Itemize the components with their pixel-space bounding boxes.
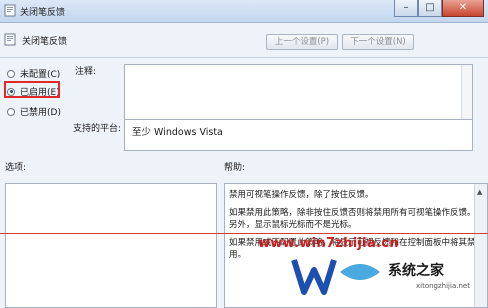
policy-setting-icon — [4, 33, 16, 46]
close-button[interactable]: ✕ — [442, 0, 484, 17]
maximize-button[interactable]: □ — [418, 0, 442, 17]
supported-platform-value: 至少 Windows Vista — [132, 127, 223, 138]
help-label: 帮助: — [224, 163, 246, 173]
help-paragraph: 禁用可视笔操作反馈，除了按住反馈。 — [229, 190, 374, 200]
window-title: 关闭笔反馈 — [20, 8, 66, 18]
highlight-box — [4, 81, 60, 98]
comment-label: 注释: — [75, 67, 97, 77]
watermark-url: www.win7zhijia.cn — [258, 236, 399, 251]
options-label: 选项: — [5, 163, 27, 173]
comment-scrollbar[interactable] — [461, 65, 472, 122]
watermark-site: xitongzhijia.net — [416, 282, 470, 290]
policy-document-icon — [4, 4, 16, 17]
help-scrollbar[interactable]: ▲ — [474, 184, 487, 307]
supported-platform-field: 至少 Windows Vista — [124, 119, 473, 151]
next-setting-button[interactable]: 下一个设置(N) — [342, 34, 414, 50]
radio-circle[interactable] — [7, 107, 15, 116]
radio-circle[interactable] — [7, 69, 15, 78]
radio-not-configured[interactable]: 未配置(C) — [7, 67, 60, 80]
minimize-button[interactable]: – — [394, 0, 418, 17]
radio-label: 未配置(C) — [20, 70, 61, 80]
supported-platform-label: 支持的平台: — [73, 124, 122, 134]
options-panel — [5, 183, 217, 308]
previous-setting-button[interactable]: 上一个设置(P) — [266, 34, 338, 50]
watermark-brand: 系统之家 — [388, 263, 444, 279]
radio-label: 已禁用(D) — [20, 108, 61, 118]
window-controls: – □ ✕ — [394, 0, 484, 18]
title-bar: 关闭笔反馈 – □ ✕ — [0, 0, 488, 23]
watermark-logo-icon — [291, 259, 380, 295]
comment-textarea[interactable] — [124, 64, 473, 123]
radio-disabled[interactable]: 已禁用(D) — [7, 105, 61, 118]
annotation-line — [0, 233, 488, 234]
policy-name: 关闭笔反馈 — [22, 37, 68, 47]
scroll-up-icon[interactable]: ▲ — [477, 186, 482, 199]
header-divider — [0, 57, 488, 58]
help-paragraph: 如果禁用此策略，除非按住反馈否则将禁用所有可视笔操作反馈。另外，显示鼠标光标而不… — [229, 207, 476, 231]
